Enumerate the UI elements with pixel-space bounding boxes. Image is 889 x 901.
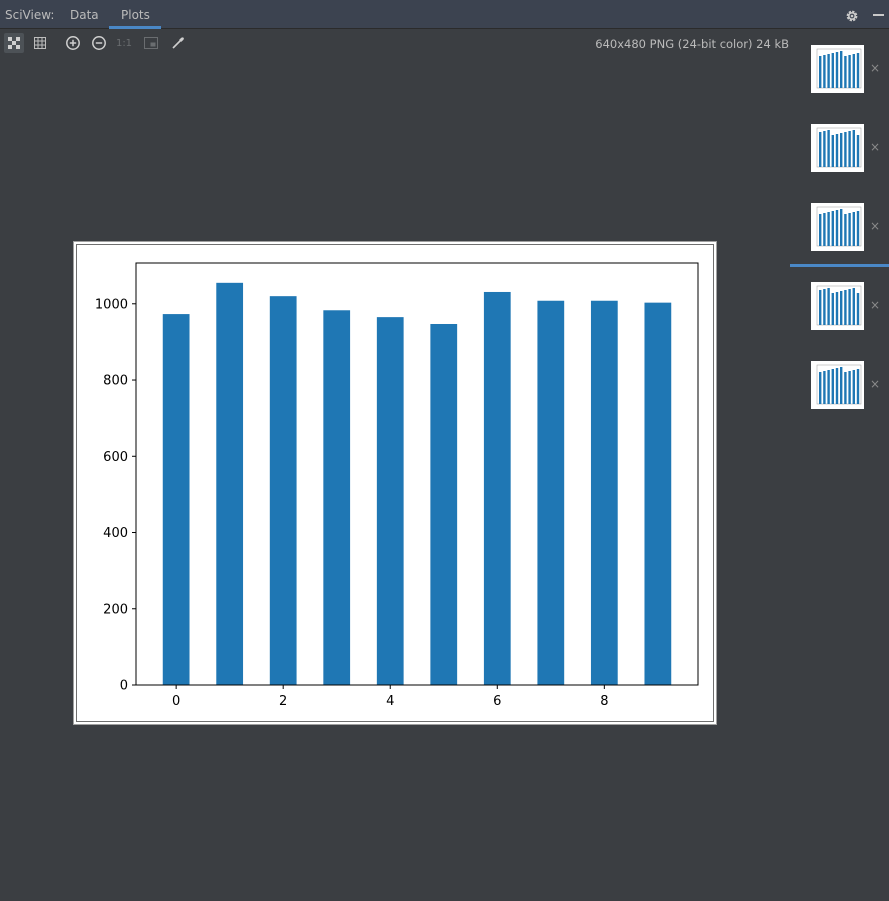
gear-icon[interactable] <box>845 8 859 22</box>
x-tick-label: 0 <box>172 694 180 709</box>
y-tick-label: 200 <box>103 602 128 617</box>
background-icon[interactable] <box>141 33 161 53</box>
x-tick-label: 6 <box>493 694 501 709</box>
bar-4 <box>376 317 404 685</box>
zoom-out-icon[interactable] <box>89 33 109 53</box>
x-tick-label: 2 <box>279 694 287 709</box>
plot-image: 0 200 400 600 800 1000 0 2 4 6 8 <box>73 241 717 725</box>
thumbnail-preview <box>816 127 862 168</box>
thumbnail-preview <box>816 285 862 326</box>
bar-9 <box>644 302 672 685</box>
y-tick-label: 0 <box>120 679 128 694</box>
thumbnail-preview <box>816 364 862 405</box>
panel-title: SciView: <box>5 8 55 22</box>
plot-thumbnail[interactable] <box>811 282 864 330</box>
image-info: 640x480 PNG (24-bit color) 24 kB <box>595 37 789 51</box>
fit-to-window-icon[interactable] <box>4 33 24 53</box>
bar-7 <box>537 300 565 685</box>
bar-1 <box>216 282 244 685</box>
bar-5 <box>430 323 458 685</box>
thumbnail-preview <box>816 206 862 247</box>
tab-plots[interactable]: Plots <box>121 8 150 22</box>
y-tick-label: 600 <box>103 450 128 465</box>
close-icon[interactable]: × <box>870 377 880 391</box>
bar-2 <box>269 296 297 685</box>
close-icon[interactable]: × <box>870 219 880 233</box>
bar-chart: 0 200 400 600 800 1000 0 2 4 6 8 <box>95 262 699 709</box>
minimize-icon[interactable] <box>873 14 884 16</box>
thumbnail-preview <box>816 48 862 89</box>
y-tick-label: 800 <box>103 374 128 389</box>
grid-icon[interactable] <box>30 33 50 53</box>
selected-thumbnail-indicator <box>790 264 889 267</box>
plot-thumbnail[interactable] <box>811 45 864 93</box>
color-picker-icon[interactable] <box>168 33 188 53</box>
tab-data[interactable]: Data <box>70 8 99 22</box>
y-tick-label: 400 <box>103 526 128 541</box>
bar-3 <box>323 310 351 685</box>
bar-8 <box>590 300 618 685</box>
bar-6 <box>483 291 511 685</box>
plot-thumbnail[interactable] <box>811 361 864 409</box>
close-icon[interactable]: × <box>870 140 880 154</box>
zoom-in-icon[interactable] <box>63 33 83 53</box>
plot-thumbnail[interactable] <box>811 124 864 172</box>
x-tick-label: 8 <box>600 694 608 709</box>
plot-thumbnail[interactable] <box>811 203 864 251</box>
sciview-header: SciView: Data Plots <box>0 0 889 29</box>
close-icon[interactable]: × <box>870 61 880 75</box>
actual-size-button[interactable]: 1:1 <box>114 33 134 53</box>
bar-0 <box>162 314 190 685</box>
y-tick-label: 1000 <box>95 297 128 312</box>
close-icon[interactable]: × <box>870 298 880 312</box>
x-tick-label: 4 <box>386 694 394 709</box>
